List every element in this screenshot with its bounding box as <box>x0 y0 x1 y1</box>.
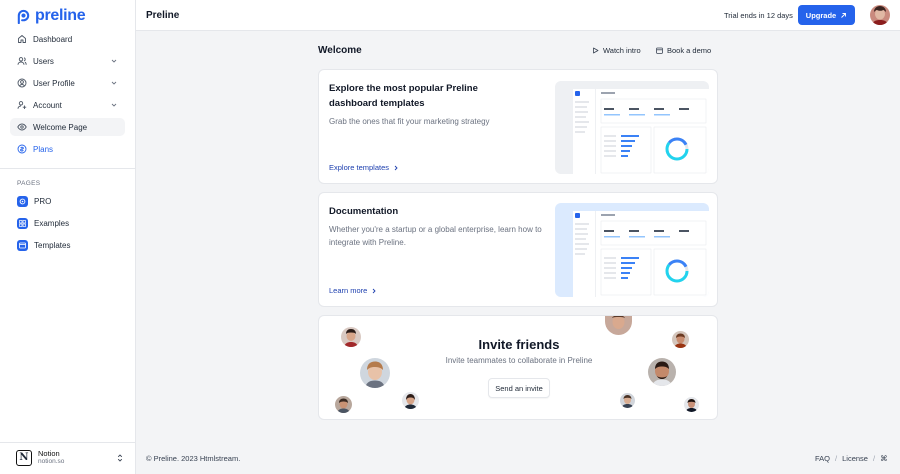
eye-icon <box>17 122 27 132</box>
examples-icon <box>17 217 28 229</box>
dashboard-preview-image <box>555 203 709 297</box>
users-icon <box>17 56 27 66</box>
separator: / <box>835 454 838 463</box>
faq-link[interactable]: FAQ <box>815 454 830 463</box>
sidebar-item-account[interactable]: Account <box>10 96 125 114</box>
plans-icon <box>17 144 27 154</box>
explore-templates-link[interactable]: Explore templates <box>329 163 399 172</box>
license-link[interactable]: License <box>842 454 868 463</box>
chevron-down-icon <box>111 103 117 107</box>
footer-links: FAQ / License / ⌘ <box>815 454 888 463</box>
separator: / <box>872 454 876 463</box>
sidebar-item-templates[interactable]: Templates <box>10 236 125 254</box>
page-title: Preline <box>146 10 180 21</box>
avatar <box>402 392 419 409</box>
sidebar-item-dashboard[interactable]: Dashboard <box>10 30 125 48</box>
sidebar-item-label: Templates <box>34 240 71 250</box>
avatar <box>335 396 352 413</box>
chevron-right-icon <box>373 288 376 293</box>
workspace-domain: notion.so <box>38 458 65 465</box>
avatar <box>672 331 689 348</box>
brand-logo[interactable]: preline <box>16 7 86 25</box>
upgrade-label: Upgrade <box>805 10 837 20</box>
copyright: © Preline. 2023 Htmlstream. <box>146 454 241 463</box>
avatar <box>360 358 390 388</box>
upgrade-button[interactable]: Upgrade <box>798 5 855 25</box>
chevron-right-icon <box>394 165 398 170</box>
avatar <box>684 397 699 412</box>
avatar <box>648 358 676 386</box>
avatar <box>341 327 361 347</box>
trial-status: Trial ends in 12 days <box>724 11 793 20</box>
sidebar-item-label: PRO <box>34 196 52 206</box>
pages-list: PRO Examples Templates <box>10 192 125 258</box>
link-label: Learn more <box>329 286 368 295</box>
pro-icon <box>17 195 28 207</box>
sidebar-item-pro[interactable]: PRO <box>10 192 125 210</box>
sidebar-item-examples[interactable]: Examples <box>10 214 125 232</box>
workspace-info: Notion notion.so <box>38 449 64 466</box>
card-title: Explore the most popular Preline dashboa… <box>329 83 478 109</box>
send-invite-button[interactable]: Send an invite <box>488 378 550 398</box>
top-header: Preline Trial ends in 12 days Upgrade <box>136 0 900 31</box>
card-title: Documentation <box>329 206 399 217</box>
templates-card: Explore the most popular Preline dashboa… <box>318 69 718 184</box>
sidebar-item-users[interactable]: Users <box>10 52 125 70</box>
sidebar-divider <box>0 168 136 169</box>
chevron-down-icon <box>111 59 117 63</box>
invite-card: Invite friends Invite teammates to colla… <box>318 315 718 420</box>
sidebar-item-label: Dashboard <box>33 34 73 44</box>
sidebar-footer-divider <box>0 442 136 443</box>
avatar <box>620 393 635 408</box>
play-icon <box>593 47 599 54</box>
dashboard-preview-image <box>555 81 709 174</box>
sidebar-item-label: Users <box>33 56 54 66</box>
watch-intro-button[interactable]: Watch intro <box>592 46 641 55</box>
workspace-name: Notion <box>38 449 60 458</box>
pages-heading: PAGES <box>17 180 41 187</box>
card-description: Whether you're a startup or a global ent… <box>329 225 542 247</box>
chevron-down-icon <box>111 81 117 85</box>
avatar <box>605 316 632 335</box>
link-label: Explore templates <box>329 163 390 172</box>
welcome-heading: Welcome <box>318 45 362 56</box>
learn-more-link[interactable]: Learn more <box>329 286 377 295</box>
templates-icon <box>17 239 28 251</box>
preline-logo-icon <box>17 9 30 24</box>
workspace-switcher[interactable]: N Notion notion.so <box>16 449 124 466</box>
sidebar-item-label: Examples <box>34 218 70 228</box>
sidebar-item-user-profile[interactable]: User Profile <box>10 74 125 92</box>
sidebar-item-label: Plans <box>33 144 54 154</box>
sidebar-nav: Dashboard Users User Profile Account Wel… <box>10 30 125 162</box>
sidebar-item-welcome-page[interactable]: Welcome Page <box>10 118 125 136</box>
arrow-up-right-icon <box>841 12 847 18</box>
invite-title: Invite friends <box>478 337 560 352</box>
account-icon <box>17 100 27 110</box>
documentation-card: Documentation Whether you're a startup o… <box>318 192 718 307</box>
brand-name: preline <box>35 7 86 24</box>
sidebar-item-label: Welcome Page <box>33 122 88 132</box>
sidebar-item-plans[interactable]: Plans <box>10 140 125 158</box>
notion-logo-icon: N <box>16 449 32 466</box>
command-shortcut-icon[interactable]: ⌘ <box>880 454 888 463</box>
watch-intro-label: Watch intro <box>603 46 641 55</box>
avatar[interactable] <box>870 5 890 25</box>
calendar-icon <box>656 47 663 54</box>
card-description: Grab the ones that fit your marketing st… <box>329 117 490 126</box>
user-profile-icon <box>17 78 27 88</box>
book-demo-label: Book a demo <box>667 46 712 55</box>
sidebar-item-label: Account <box>33 100 62 110</box>
sidebar: preline Dashboard Users User Profile Acc… <box>0 0 136 474</box>
book-demo-button[interactable]: Book a demo <box>656 46 711 55</box>
home-icon <box>17 34 27 44</box>
chevron-up-down-icon <box>117 453 123 462</box>
sidebar-item-label: User Profile <box>33 78 75 88</box>
